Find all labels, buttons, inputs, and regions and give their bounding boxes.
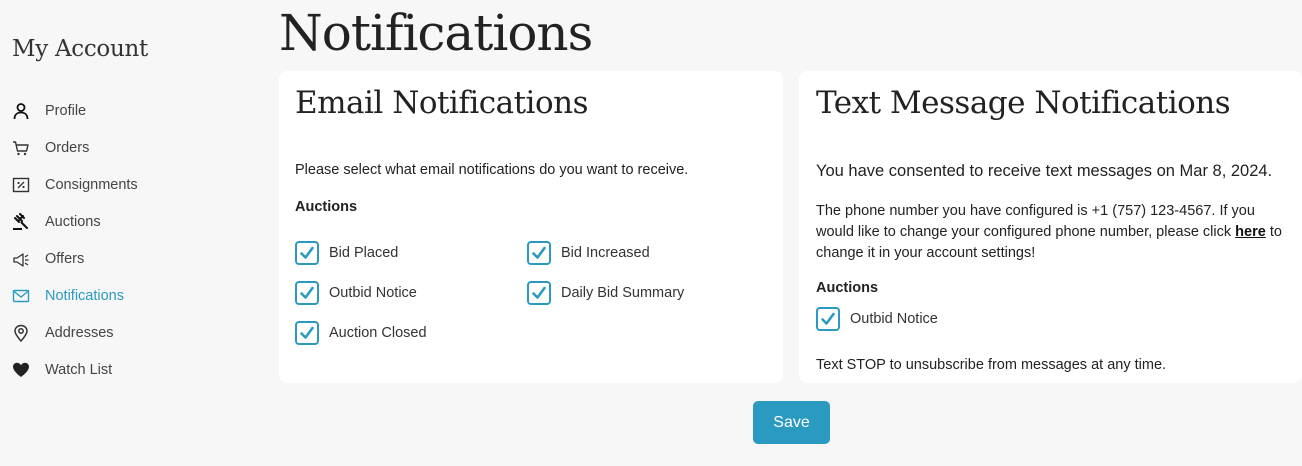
checkbox-label: Bid Increased (561, 245, 650, 261)
sms-stop-text: Text STOP to unsubscribe from messages a… (816, 357, 1167, 373)
change-phone-link[interactable]: here (1235, 224, 1266, 240)
heart-icon (12, 361, 30, 379)
checkbox[interactable] (295, 321, 319, 345)
phone-info-text: The phone number you have configured is … (816, 203, 1255, 240)
checkbox-label: Outbid Notice (850, 311, 938, 327)
sms-phone-text: The phone number you have configured is … (816, 201, 1291, 264)
sidebar-item-profile[interactable]: Profile (12, 92, 138, 129)
sidebar-item-label: Profile (45, 102, 87, 119)
sidebar-item-label: Offers (45, 250, 85, 267)
sidebar-item-consignments[interactable]: Consignments (12, 166, 138, 203)
checkbox-label: Outbid Notice (329, 285, 417, 301)
sidebar-item-label: Auctions (45, 213, 101, 230)
checkbox-label: Daily Bid Summary (561, 285, 685, 301)
email-option-outbid-notice[interactable]: Outbid Notice (295, 281, 417, 305)
checkmark-icon (300, 246, 314, 259)
email-option-bid-increased[interactable]: Bid Increased (527, 241, 650, 265)
sidebar-item-label: Watch List (45, 361, 113, 378)
checkbox[interactable] (527, 241, 551, 265)
sms-consent-text: You have consented to receive text messa… (816, 162, 1273, 180)
sidebar-item-orders[interactable]: Orders (12, 129, 138, 166)
email-option-bid-placed[interactable]: Bid Placed (295, 241, 398, 265)
sidebar-item-watch-list[interactable]: Watch List (12, 351, 138, 388)
email-notifications-card: Email Notifications Please select what e… (279, 71, 783, 383)
sidebar-item-label: Orders (45, 139, 90, 156)
sidebar-title: My Account (12, 36, 148, 62)
checkmark-icon (300, 286, 314, 299)
sidebar-item-notifications[interactable]: Notifications (12, 277, 138, 314)
checkmark-icon (300, 326, 314, 339)
checkbox[interactable] (295, 241, 319, 265)
sidebar-item-label: Notifications (45, 287, 124, 304)
sidebar-item-auctions[interactable]: Auctions (12, 203, 138, 240)
account-nav: Profile Orders Consignments Auctions Off… (12, 92, 138, 388)
sidebar-item-label: Consignments (45, 176, 138, 193)
checkmark-icon (532, 286, 546, 299)
gavel-icon (12, 212, 30, 231)
sms-option-outbid-notice[interactable]: Outbid Notice (816, 307, 938, 331)
sidebar-item-offers[interactable]: Offers (12, 240, 138, 277)
checkbox[interactable] (527, 281, 551, 305)
user-icon (12, 102, 30, 120)
email-card-title: Email Notifications (295, 85, 589, 121)
checkmark-icon (821, 312, 835, 325)
email-section-label: Auctions (295, 199, 358, 215)
text-card-title: Text Message Notifications (816, 85, 1231, 121)
map-pin-icon (12, 324, 30, 342)
sidebar-item-addresses[interactable]: Addresses (12, 314, 138, 351)
megaphone-icon (12, 250, 30, 268)
email-option-auction-closed[interactable]: Auction Closed (295, 321, 427, 345)
email-intro-text: Please select what email notifications d… (295, 162, 689, 178)
checkbox[interactable] (295, 281, 319, 305)
cart-icon (12, 139, 30, 157)
envelope-icon (12, 287, 30, 305)
consignment-icon (12, 176, 30, 194)
page-title: Notifications (279, 4, 593, 62)
checkbox-label: Bid Placed (329, 245, 399, 261)
email-option-daily-bid-summary[interactable]: Daily Bid Summary (527, 281, 684, 305)
text-notifications-card: Text Message Notifications You have cons… (799, 71, 1302, 383)
checkbox-label: Auction Closed (329, 325, 427, 341)
sidebar-item-label: Addresses (45, 324, 114, 341)
save-button[interactable]: Save (753, 401, 830, 444)
checkmark-icon (532, 246, 546, 259)
checkbox[interactable] (816, 307, 840, 331)
sms-section-label: Auctions (816, 280, 879, 296)
